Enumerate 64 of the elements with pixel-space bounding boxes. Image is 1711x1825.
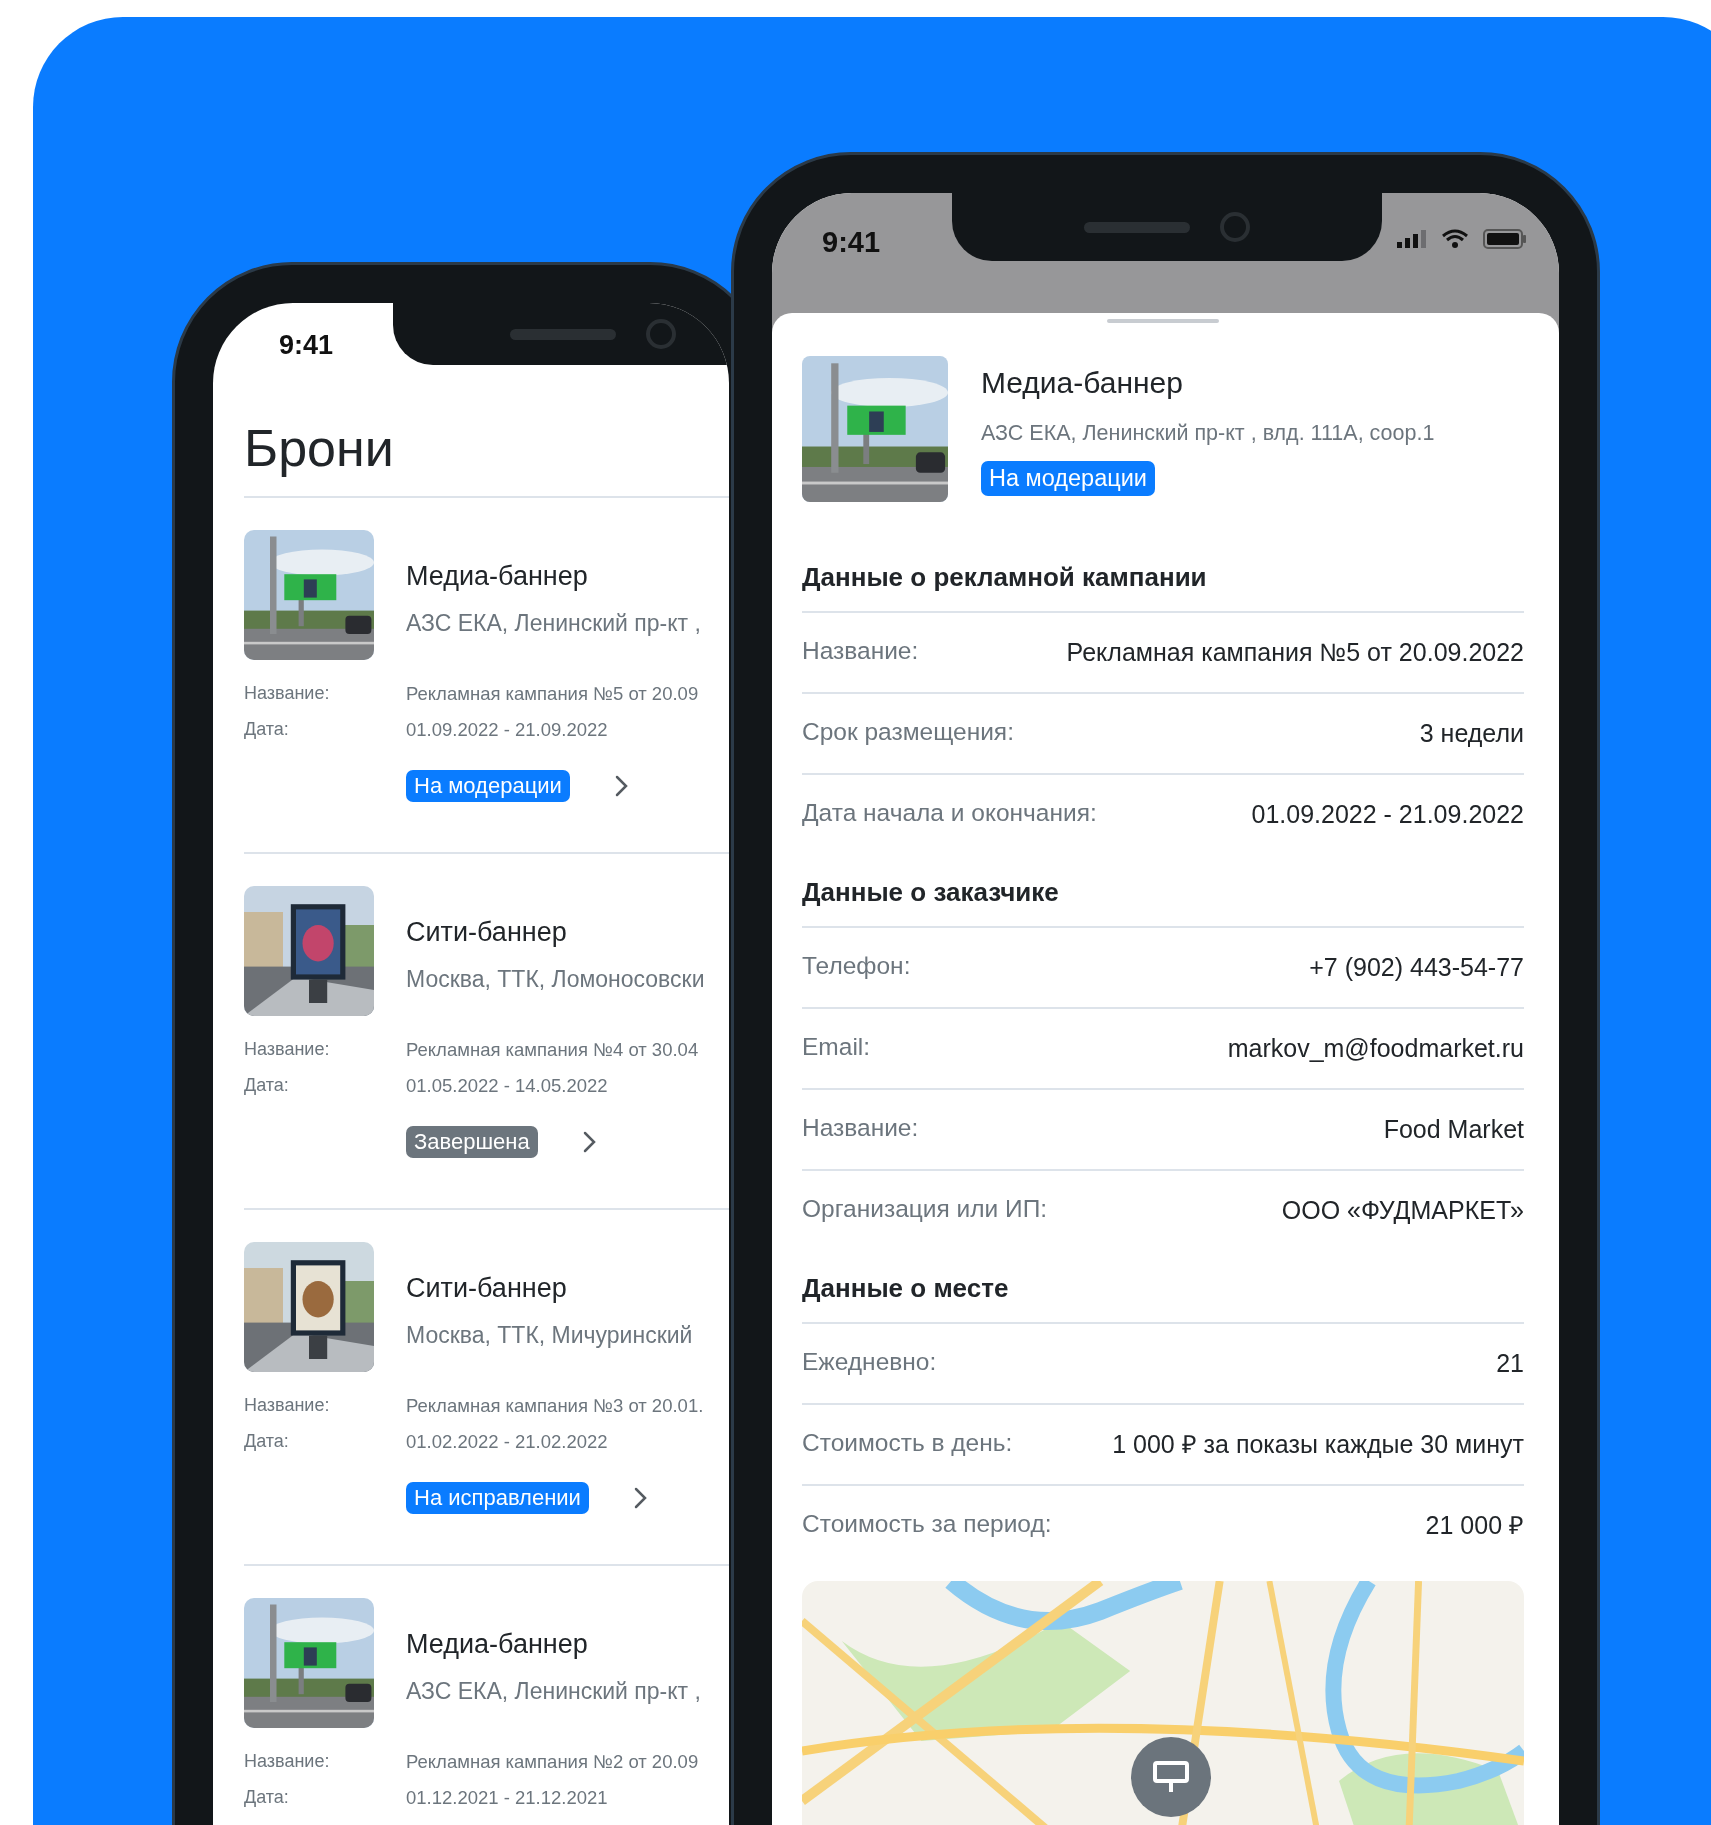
field-value: 21	[1496, 1348, 1524, 1380]
field-value: 01.09.2022 - 21.09.2022	[406, 717, 608, 742]
address-text: АЗС ЕКА, Ленинский пр-кт ,	[406, 1677, 701, 1706]
camera-lens	[1220, 212, 1250, 242]
field-value: Рекламная кампания №3 от 20.01.	[406, 1393, 704, 1418]
field-value: 01.02.2022 - 21.02.2022	[406, 1429, 608, 1454]
status-badge: На модерации	[406, 769, 570, 803]
field-label: Ежедневно:	[802, 1347, 937, 1378]
section-title: Данные о заказчике	[802, 853, 1524, 929]
item-title: Медиа-баннер	[406, 559, 589, 593]
item-title: Медиа-баннер	[406, 1627, 589, 1661]
field-value: Рекламная кампания №4 от 30.04	[406, 1037, 699, 1062]
field-label: Стоимость в день:	[802, 1428, 1013, 1458]
field-label: Дата:	[244, 1786, 290, 1809]
field-value: Рекламная кампания №5 от 20.09.2022	[1066, 637, 1524, 668]
field-label: Название:	[244, 682, 331, 705]
field-value: 01.05.2022 - 14.05.2022	[406, 1073, 608, 1098]
status-badge: На модерации	[981, 461, 1155, 496]
status-badge: Завершена	[406, 1125, 538, 1159]
item-title: Медиа-баннер	[981, 365, 1183, 401]
wifi-icon	[1441, 229, 1469, 249]
battery-icon	[1483, 229, 1527, 249]
address-text: Москва, ТТК, Мичуринский	[406, 1321, 693, 1350]
field-label: Дата:	[244, 1430, 290, 1453]
field-value: Food Market	[1383, 1113, 1524, 1145]
field-value: Рекламная кампания №5 от 20.09	[406, 681, 699, 706]
field-value: 21 000 ₽	[1425, 1509, 1524, 1541]
field-value: ООО «ФУДМАРКЕТ»	[1281, 1194, 1524, 1226]
status-time: 9:41	[279, 329, 334, 362]
field-label: Телефон:	[802, 951, 911, 982]
item-title: Сити-баннер	[406, 1271, 568, 1305]
camera-lens	[646, 319, 676, 349]
address-text: АЗС ЕКА, Ленинский пр-кт ,	[406, 609, 701, 638]
field-label: Организация или ИП:	[802, 1193, 1048, 1224]
field-label: Название:	[802, 636, 919, 666]
field-value: +7 (902) 443-54-77	[1309, 952, 1524, 984]
field-label: Название:	[244, 1394, 331, 1417]
billboard-icon	[1152, 1759, 1190, 1794]
field-value: 1 000 ₽ за показы каждые 30 минут	[1112, 1429, 1524, 1460]
address-text: АЗС ЕКА, Ленинский пр-кт , влд. 111А, соор.1	[981, 420, 1435, 447]
field-value: 3 недели	[1419, 717, 1524, 749]
section-title: Данные о месте	[802, 1249, 1524, 1325]
field-value: Рекламная кампания №2 от 20.09	[406, 1749, 699, 1774]
field-label: Дата:	[244, 718, 290, 741]
signal-icon	[1397, 230, 1427, 248]
field-label: Дата начала и окончания:	[802, 797, 1097, 828]
field-value: 01.09.2022 - 21.09.2022	[1251, 798, 1524, 830]
field-label: Название:	[244, 1750, 331, 1773]
status-badge: На исправлении	[406, 1481, 589, 1515]
section-title: Данные о рекламной кампании	[802, 538, 1524, 613]
status-time: 9:41	[822, 225, 881, 260]
field-label: Срок размещения:	[802, 716, 1014, 747]
chevron-right-icon[interactable]	[613, 773, 630, 798]
field-value: 01.12.2021 - 21.12.2021	[406, 1785, 608, 1810]
field-label: Название:	[244, 1038, 331, 1061]
field-value: markov_m@foodmarket.ru	[1227, 1033, 1524, 1064]
field-label: Стоимость за период:	[802, 1508, 1052, 1539]
address-text: Москва, ТТК, Ломоносовски	[406, 965, 705, 994]
field-label: Дата:	[244, 1074, 290, 1097]
chevron-right-icon[interactable]	[581, 1129, 598, 1154]
chevron-right-icon[interactable]	[632, 1485, 649, 1510]
field-label: Email:	[802, 1032, 871, 1062]
item-title: Сити-баннер	[406, 915, 568, 949]
field-label: Название:	[802, 1112, 919, 1143]
